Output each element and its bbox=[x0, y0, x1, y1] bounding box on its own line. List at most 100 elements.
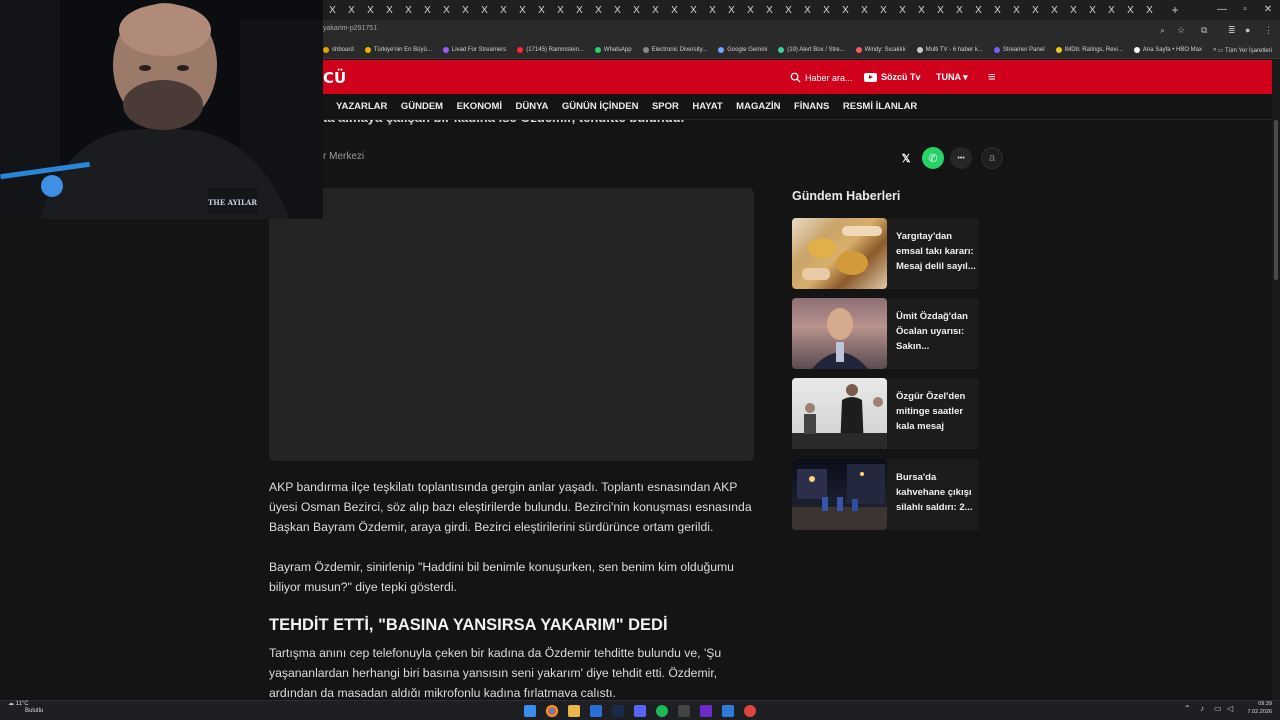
app-icon[interactable] bbox=[722, 705, 734, 717]
more-share-icon[interactable]: ••• bbox=[950, 147, 972, 169]
calculator-icon[interactable] bbox=[678, 705, 690, 717]
browser-tab[interactable]: X bbox=[950, 5, 969, 16]
browser-tab[interactable]: X bbox=[779, 5, 798, 16]
whatsapp-share-icon[interactable]: ✆ bbox=[922, 147, 944, 169]
bookmark-item[interactable]: Multi TV - 6 haber k... bbox=[916, 47, 983, 53]
extensions-icon[interactable]: ⧉ bbox=[1201, 25, 1207, 36]
news-item[interactable]: Özgür Özel'den mitinge saatler kala mesa… bbox=[792, 378, 979, 449]
browser-tab[interactable]: X bbox=[570, 5, 589, 16]
browser-tab[interactable]: X bbox=[912, 5, 931, 16]
bookmark-item[interactable]: shboard bbox=[323, 47, 354, 53]
weather-widget[interactable]: ☁ 11°C Bulutlu bbox=[8, 701, 43, 715]
close-window-button[interactable]: ✕ bbox=[1256, 0, 1280, 20]
app-icon[interactable] bbox=[700, 705, 712, 717]
nav-item[interactable]: FİNANS bbox=[794, 101, 829, 112]
media-icon[interactable]: ≣ bbox=[1228, 25, 1236, 36]
nav-item[interactable]: YAZARLAR bbox=[336, 101, 387, 112]
nav-item[interactable]: SPOR bbox=[652, 101, 679, 112]
nav-item[interactable]: GÜNDEM bbox=[401, 101, 443, 112]
news-title[interactable]: Özgür Özel'den mitinge saatler kala mesa… bbox=[896, 389, 978, 434]
browser-tab[interactable]: X bbox=[1083, 5, 1102, 16]
bookmarks-more-button[interactable]: » bbox=[1213, 47, 1216, 53]
nav-item[interactable]: GÜNÜN İÇİNDEN bbox=[562, 101, 639, 112]
browser-tab[interactable]: X bbox=[703, 5, 722, 16]
bookmark-item[interactable]: Ana Sayfa • HBO Max bbox=[1133, 47, 1202, 53]
nav-item[interactable]: MAGAZİN bbox=[736, 101, 780, 112]
site-search[interactable]: Haber ara... bbox=[790, 72, 853, 83]
tray-chevron-icon[interactable]: ⌃ bbox=[1184, 704, 1191, 713]
minimize-button[interactable]: — bbox=[1210, 0, 1234, 20]
bookmark-item[interactable]: Streamer Panel bbox=[993, 47, 1045, 53]
browser-tab[interactable]: X bbox=[323, 5, 342, 16]
news-item[interactable]: Bursa'da kahvehane çıkışı silahlı saldır… bbox=[792, 459, 979, 530]
news-title[interactable]: Bursa'da kahvehane çıkışı silahlı saldır… bbox=[896, 470, 978, 515]
bookmark-item[interactable]: Google Gemini bbox=[718, 47, 767, 53]
bookmark-item[interactable]: Windy: Sıcaklık bbox=[855, 47, 906, 53]
hamburger-menu-icon[interactable]: ≡ bbox=[988, 70, 996, 83]
profile-icon[interactable]: ● bbox=[1245, 25, 1250, 35]
zoom-icon[interactable]: ⌕ bbox=[1160, 25, 1165, 36]
bookmark-star-icon[interactable]: ☆ bbox=[1177, 25, 1185, 36]
video-player[interactable] bbox=[269, 188, 754, 461]
browser-tab[interactable]: X bbox=[627, 5, 646, 16]
nav-item[interactable]: EKONOMİ bbox=[457, 101, 502, 112]
bookmark-item[interactable]: (17145) Rammstein... bbox=[517, 47, 584, 53]
site-logo[interactable]: CÜ bbox=[323, 69, 346, 87]
nav-item[interactable]: RESMİ İLANLAR bbox=[843, 101, 917, 112]
browser-tab[interactable]: X bbox=[855, 5, 874, 16]
mic-icon[interactable]: ♪ bbox=[1200, 704, 1204, 713]
maximize-button[interactable]: ▫ bbox=[1233, 0, 1257, 20]
browser-tab[interactable]: X bbox=[893, 5, 912, 16]
sozcu-tv-link[interactable]: Sözcü Tv bbox=[864, 72, 921, 82]
browser-tab[interactable]: X bbox=[665, 5, 684, 16]
start-icon[interactable] bbox=[524, 705, 536, 717]
browser-tab[interactable]: X bbox=[798, 5, 817, 16]
browser-tab[interactable]: X bbox=[399, 5, 418, 16]
chrome-icon[interactable] bbox=[546, 705, 558, 717]
browser-tab[interactable]: X bbox=[342, 5, 361, 16]
network-icon[interactable]: ▭ bbox=[1214, 704, 1222, 713]
new-tab-button[interactable]: + bbox=[1165, 3, 1185, 17]
browser-menu-icon[interactable]: ⋮ bbox=[1264, 25, 1273, 36]
news-title[interactable]: Yargıtay'dan emsal takı kararı: Mesaj de… bbox=[896, 229, 978, 274]
bookmarks-folder[interactable]: ▭ Tüm Yer İşaretleri bbox=[1218, 47, 1272, 54]
discord-icon[interactable] bbox=[634, 705, 646, 717]
nav-item[interactable]: HAYAT bbox=[692, 101, 722, 112]
browser-tab[interactable]: X bbox=[608, 5, 627, 16]
browser-tab[interactable]: X bbox=[1064, 5, 1083, 16]
bookmark-item[interactable]: Electronic Diversity... bbox=[642, 47, 707, 53]
app-icon[interactable] bbox=[744, 705, 756, 717]
browser-tab[interactable]: X bbox=[931, 5, 950, 16]
browser-tab[interactable]: X bbox=[988, 5, 1007, 16]
browser-tab[interactable]: X bbox=[494, 5, 513, 16]
browser-tab[interactable]: X bbox=[437, 5, 456, 16]
user-menu[interactable]: TUNA ▾ bbox=[936, 72, 968, 83]
browser-tab[interactable]: X bbox=[589, 5, 608, 16]
browser-tab[interactable]: X bbox=[817, 5, 836, 16]
bookmark-item[interactable]: WhatsApp bbox=[594, 47, 632, 53]
browser-tab[interactable]: X bbox=[1102, 5, 1121, 16]
news-item[interactable]: Ümit Özdağ'dan Öcalan uyarısı: Sakın... bbox=[792, 298, 979, 369]
browser-tab[interactable]: X bbox=[475, 5, 494, 16]
browser-tab[interactable]: X bbox=[722, 5, 741, 16]
file-explorer-icon[interactable] bbox=[568, 705, 580, 717]
browser-tab[interactable]: X bbox=[361, 5, 380, 16]
x-share-icon[interactable]: 𝕏 bbox=[895, 147, 917, 169]
browser-tab[interactable]: X bbox=[684, 5, 703, 16]
browser-tab[interactable]: X bbox=[418, 5, 437, 16]
nav-item[interactable]: DÜNYA bbox=[516, 101, 549, 112]
edge-icon[interactable] bbox=[590, 705, 602, 717]
browser-tab[interactable]: X bbox=[380, 5, 399, 16]
url-text[interactable]: yakarim-p291751 bbox=[323, 25, 377, 32]
browser-tab[interactable]: X bbox=[532, 5, 551, 16]
bookmark-item[interactable]: (19) Alert Box / Stre... bbox=[778, 47, 845, 53]
bookmark-item[interactable]: Livad For Streamers bbox=[442, 47, 506, 53]
browser-tab[interactable]: X bbox=[1121, 5, 1140, 16]
font-size-icon[interactable]: a bbox=[981, 147, 1003, 169]
browser-tab[interactable]: X bbox=[1007, 5, 1026, 16]
browser-tab[interactable]: X bbox=[456, 5, 475, 16]
browser-tab[interactable]: X bbox=[646, 5, 665, 16]
browser-tab[interactable]: X bbox=[1140, 5, 1159, 16]
scrollbar-thumb[interactable] bbox=[1274, 120, 1278, 280]
browser-tab[interactable]: X bbox=[551, 5, 570, 16]
